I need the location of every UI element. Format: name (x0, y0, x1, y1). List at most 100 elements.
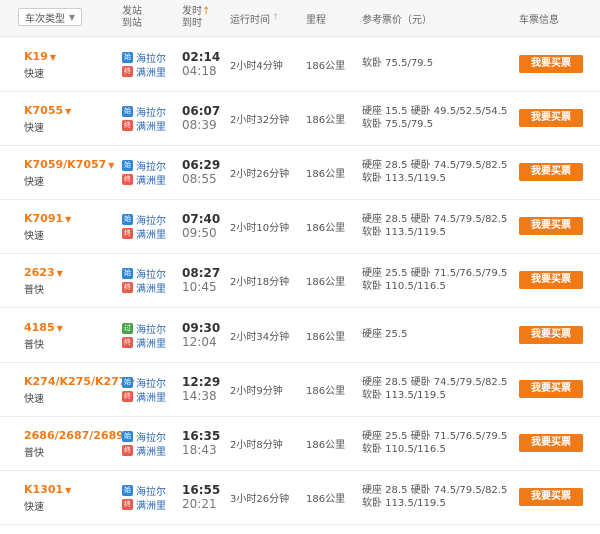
price-line: 软卧 113.5/119.5 (362, 390, 446, 401)
station-start-badge: 始 (122, 376, 133, 388)
stations-cell: 始海拉尔终满洲里 (122, 429, 166, 458)
train-type: 快速 (24, 69, 44, 80)
departure-time: 12:29 (182, 375, 221, 389)
from-station[interactable]: 海拉尔 (136, 104, 166, 119)
price-cell: 硬座 28.5 硬卧 74.5/79.5/82.5 软卧 113.5/119.5 (362, 213, 507, 239)
to-station[interactable]: 满洲里 (136, 389, 166, 404)
train-cell: K7059/K7057 ▼ 快速 (24, 158, 114, 188)
train-number[interactable]: 2686/2687/2689 (24, 429, 124, 442)
price-line: 软卧 113.5/119.5 (362, 173, 446, 184)
from-station[interactable]: 海拉尔 (136, 158, 166, 173)
station-end-badge: 终 (122, 281, 133, 293)
price-cell: 软卧 75.5/79.5 (362, 57, 433, 70)
header-duration[interactable]: 运行时间 ↑ (230, 0, 280, 36)
to-station[interactable]: 满洲里 (136, 335, 166, 350)
buy-ticket-button[interactable]: 我要买票 (519, 109, 583, 127)
buy-ticket-button[interactable]: 我要买票 (519, 434, 583, 452)
train-cell: K7091 ▼ 快速 (24, 212, 71, 242)
caret-down-icon[interactable]: ▼ (50, 53, 56, 62)
from-station[interactable]: 海拉尔 (136, 321, 166, 336)
buy-ticket-button[interactable]: 我要买票 (519, 217, 583, 235)
train-number[interactable]: K7091 (24, 212, 63, 225)
from-station[interactable]: 海拉尔 (136, 266, 166, 281)
train-cell: K1301 ▼ 快速 (24, 483, 71, 513)
to-station[interactable]: 满洲里 (136, 280, 166, 295)
station-start-badge: 始 (122, 484, 133, 496)
buy-ticket-button[interactable]: 我要买票 (519, 163, 583, 181)
sort-up-icon: ↑ (202, 6, 211, 17)
departure-time: 06:29 (182, 158, 221, 172)
time-cell: 06:29 08:55 (182, 158, 220, 186)
station-start-badge: 始 (122, 213, 133, 225)
train-number[interactable]: 4185 (24, 321, 55, 334)
price-cell: 硬座 28.5 硬卧 74.5/79.5/82.5 软卧 113.5/119.5 (362, 484, 507, 510)
header-time[interactable]: 发时↑ 到时 (182, 0, 210, 36)
station-pass-badge: 过 (122, 322, 133, 334)
from-station[interactable]: 海拉尔 (136, 212, 166, 227)
time-cell: 02:14 04:18 (182, 50, 220, 78)
time-cell: 12:29 14:38 (182, 375, 220, 403)
price-line: 软卧 110.5/116.5 (362, 444, 446, 455)
buy-ticket-button[interactable]: 我要买票 (519, 488, 583, 506)
from-station[interactable]: 海拉尔 (136, 429, 166, 444)
station-end-badge: 终 (122, 173, 133, 185)
mileage: 186公里 (306, 115, 346, 126)
stations-cell: 始海拉尔终满洲里 (122, 50, 166, 79)
caret-down-icon[interactable]: ▼ (57, 324, 63, 333)
header-price: 参考票价（元） (362, 0, 432, 36)
station-end-badge: 终 (122, 119, 133, 131)
table-row: K19 ▼ 快速 始海拉尔终满洲里 02:14 04:18 2小时4分钟 186公里 软卧 75… (0, 37, 600, 92)
buy-ticket-button[interactable]: 我要买票 (519, 271, 583, 289)
train-number[interactable]: K274/K275/K277 (24, 375, 127, 388)
mileage: 186公里 (306, 61, 346, 72)
to-station[interactable]: 满洲里 (136, 226, 166, 241)
caret-down-icon[interactable]: ▼ (57, 269, 63, 278)
buy-ticket-button[interactable]: 我要买票 (519, 380, 583, 398)
from-station[interactable]: 海拉尔 (136, 50, 166, 65)
to-station[interactable]: 满洲里 (136, 118, 166, 133)
stations-cell: 始海拉尔终满洲里 (122, 375, 166, 404)
stations-cell: 始海拉尔终满洲里 (122, 483, 166, 512)
train-number[interactable]: K7059/K7057 (24, 158, 106, 171)
train-number[interactable]: 2623 (24, 266, 55, 279)
caret-down-icon[interactable]: ▼ (65, 215, 71, 224)
mileage: 186公里 (306, 332, 346, 343)
from-station[interactable]: 海拉尔 (136, 483, 166, 498)
caret-down-icon[interactable]: ▼ (108, 161, 114, 170)
to-station[interactable]: 满洲里 (136, 443, 166, 458)
departure-time: 08:27 (182, 266, 221, 280)
train-type: 普快 (24, 448, 44, 459)
time-cell: 06:07 08:39 (182, 104, 220, 132)
train-type: 快速 (24, 231, 44, 242)
duration: 2小时18分钟 (230, 277, 290, 288)
duration: 2小时8分钟 (230, 440, 283, 451)
train-number[interactable]: K19 (24, 50, 48, 63)
train-number[interactable]: K1301 (24, 483, 63, 496)
train-type-select[interactable]: 车次类型 ▼ (18, 8, 82, 26)
stations-cell: 过海拉尔终满洲里 (122, 321, 166, 350)
station-end-badge: 终 (122, 498, 133, 510)
train-type: 快速 (24, 394, 44, 405)
caret-down-icon[interactable]: ▼ (65, 486, 71, 495)
to-station[interactable]: 满洲里 (136, 497, 166, 512)
price-line: 软卧 113.5/119.5 (362, 498, 446, 509)
to-station[interactable]: 满洲里 (136, 172, 166, 187)
train-cell: 2686/2687/2689▼普快 (24, 429, 132, 459)
from-station[interactable]: 海拉尔 (136, 375, 166, 390)
buy-ticket-button[interactable]: 我要买票 (519, 326, 583, 344)
caret-down-icon[interactable]: ▼ (65, 107, 71, 116)
train-number[interactable]: K7055 (24, 104, 63, 117)
table-header: 车次类型 ▼ 发站 到站 发时↑ 到时 运行时间 ↑ 里程 参考票价（元） 车票… (0, 0, 600, 37)
duration: 2小时10分钟 (230, 223, 290, 234)
buy-ticket-button[interactable]: 我要买票 (519, 55, 583, 73)
to-station[interactable]: 满洲里 (136, 64, 166, 79)
price-cell: 硬座 28.5 硬卧 74.5/79.5/82.5 软卧 113.5/119.5 (362, 376, 507, 402)
duration: 2小时4分钟 (230, 61, 283, 72)
arrival-time: 09:50 (182, 226, 217, 240)
header-mileage: 里程 (306, 0, 326, 36)
arrival-time: 08:39 (182, 118, 217, 132)
price-line: 硬座 28.5 硬卧 74.5/79.5/82.5 (362, 214, 508, 225)
duration: 2小时9分钟 (230, 386, 283, 397)
header-time-dep: 发时 (182, 6, 202, 17)
train-cell: K19 ▼ 快速 (24, 50, 56, 80)
